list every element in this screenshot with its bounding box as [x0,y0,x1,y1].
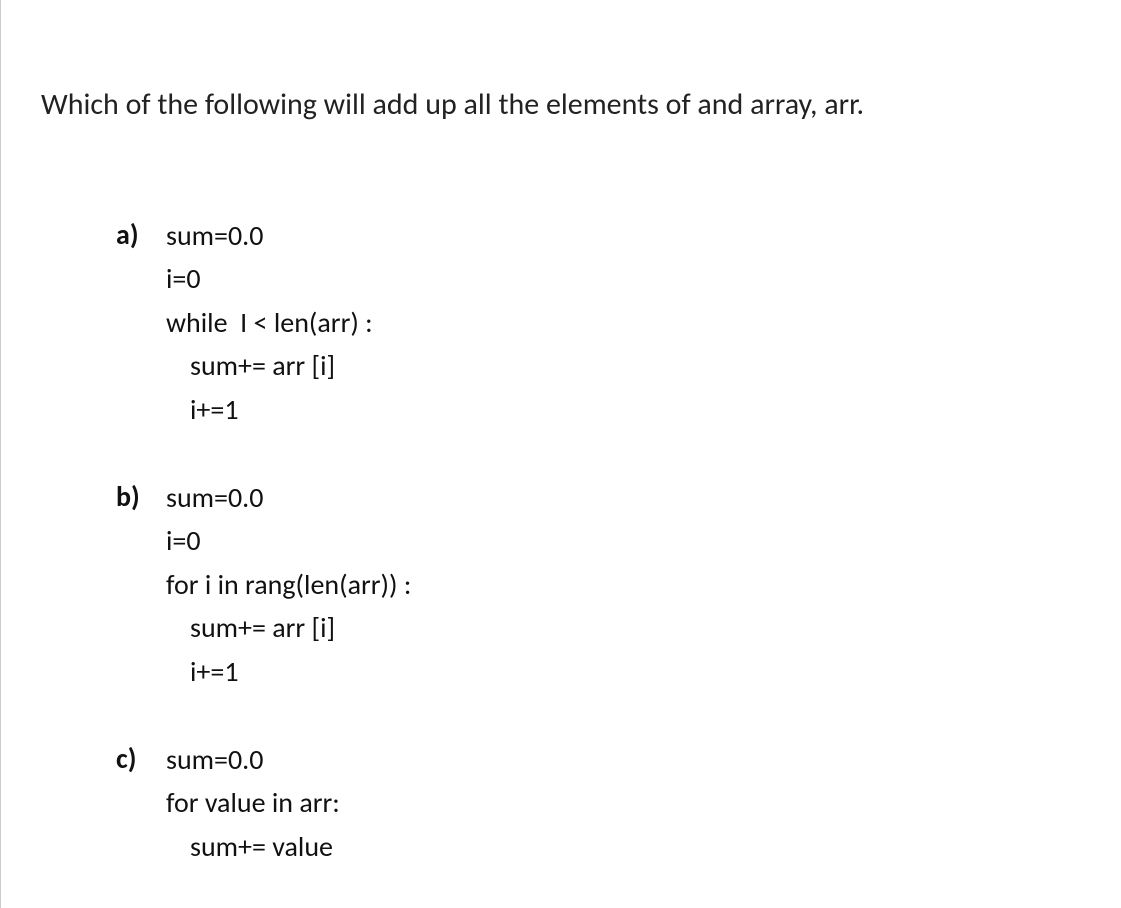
option-c-label: c) [116,738,166,780]
option-a-label: a) [116,214,166,256]
code-line: for value in arr: [166,781,340,824]
code-line: i+=1 [166,388,373,431]
option-a-body: sum=0.0 i=0 while I < len(arr) : sum+= a… [166,214,373,431]
option-c: c) sum=0.0 for value in arr: sum+= value [116,738,1121,868]
code-line: while I < len(arr) : [166,301,373,344]
code-line: i=0 [166,257,373,300]
option-b: b) sum=0.0 i=0 for i in rang(len(arr)) :… [116,476,1121,693]
options-list: a) sum=0.0 i=0 while I < len(arr) : sum+… [1,124,1121,868]
code-line: i=0 [166,519,411,562]
code-line: sum=0.0 [166,476,411,519]
question-text: Which of the following will add up all t… [1,0,1121,124]
code-line: sum+= arr [i] [166,344,373,387]
code-line: i+=1 [166,650,411,693]
code-line: sum+= arr [i] [166,606,411,649]
page: Which of the following will add up all t… [0,0,1121,908]
code-line: for i in rang(len(arr)) : [166,563,411,606]
option-a: a) sum=0.0 i=0 while I < len(arr) : sum+… [116,214,1121,431]
code-line: sum=0.0 [166,214,373,257]
option-b-body: sum=0.0 i=0 for i in rang(len(arr)) : su… [166,476,411,693]
option-b-label: b) [116,476,166,518]
code-line: sum+= value [166,825,340,868]
option-c-body: sum=0.0 for value in arr: sum+= value [166,738,340,868]
code-line: sum=0.0 [166,738,340,781]
